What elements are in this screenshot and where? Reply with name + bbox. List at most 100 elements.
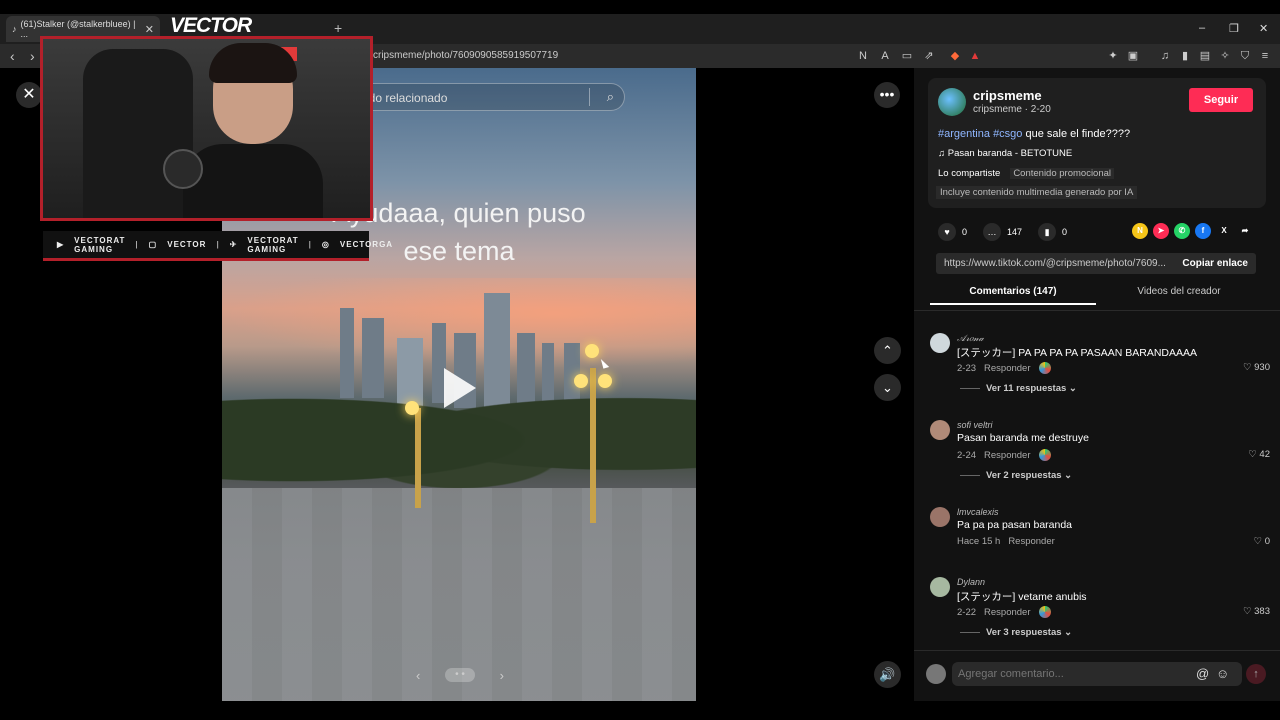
send-button[interactable]: ↑ [1246,664,1266,684]
music-link[interactable]: ♫ Pasan baranda - BETOTUNE [938,148,1072,159]
next-video-button[interactable]: ⌄ [874,374,901,401]
comment-author[interactable]: sofi veltri [957,420,993,430]
mention-icon[interactable]: @ [1196,666,1209,681]
instagram-icon: ◎ [321,240,330,249]
reply-button[interactable]: Responder [1008,536,1054,547]
brave-shield-icon[interactable]: ◆ [948,49,962,63]
facebook-icon[interactable]: f [1195,223,1211,239]
social-twitter: VECTORAT GAMING [247,235,299,254]
webcam-overlay [40,36,373,221]
post-info: cripsmeme cripsmeme · 2-20 Seguir #argen… [928,78,1266,208]
more-options-button[interactable]: ••• [874,82,900,108]
comment-text: [ステッカー] PA PA PA PA PASAAN BARANDAAAA [957,347,1198,359]
media-icon[interactable]: ♫ [1158,49,1172,63]
menu-icon[interactable]: ≡ [1258,49,1272,63]
tab-close-icon[interactable]: ✕ [145,23,154,36]
youtube-icon: ▶ [57,240,65,249]
view-replies-button[interactable]: Ver 11 respuestas ⌄ [960,383,1077,394]
comment-date: 2-23 [957,362,977,374]
play-icon[interactable] [444,368,476,408]
photo-pager: ‹ • • › [410,664,510,686]
comment-likes[interactable]: ♡ 42 [1248,449,1270,460]
avatar [926,664,946,684]
search-icon[interactable]: ⌕ [607,89,614,105]
social-youtube: VECTORAT GAMING [74,235,126,254]
social-instagram: VECTORGA [339,240,394,249]
comment-likes[interactable]: ♡ 0 [1254,536,1270,547]
search-placeholder: ido relacionado [366,91,448,105]
minimize-button[interactable]: – [1199,22,1205,34]
embed-icon[interactable]: N [1132,223,1148,239]
lamp-light [405,401,419,415]
comment-likes[interactable]: ♡ 930 [1243,362,1270,373]
author-name[interactable]: cripsmeme [973,88,1042,103]
avatar[interactable] [930,420,950,440]
reader-icon[interactable]: N [856,49,870,63]
lamp-light [585,344,599,358]
whatsapp-icon[interactable]: ✆ [1174,223,1190,239]
avatar[interactable] [930,333,950,353]
restore-button[interactable]: ❐ [1229,22,1239,35]
translate-icon[interactable]: A [878,49,892,63]
reply-button[interactable]: Responder [984,450,1030,461]
bookmark-icon: ▮ [1038,223,1057,241]
x-icon[interactable]: X [1216,223,1232,239]
view-replies-button[interactable]: Ver 2 respuestas ⌄ [960,470,1072,481]
comment-author[interactable]: lmvcalexis [957,507,999,517]
new-tab-button[interactable]: + [334,20,342,36]
sidebar-icon[interactable]: ▮ [1178,49,1192,63]
comment-author[interactable]: 𝒜𝓇𝑜𝓃𝒶 [957,333,984,344]
emoji-icon[interactable]: ☺ [1216,666,1229,681]
view-replies-button[interactable]: Ver 3 respuestas ⌄ [960,627,1072,638]
comment-text: Pasan baranda me destruye [957,432,1089,444]
comment-author[interactable]: Dylann [957,577,985,587]
close-button[interactable]: ✕ [16,82,42,108]
avatar[interactable] [938,88,966,116]
streamer [183,43,323,218]
tab-creator-videos[interactable]: Videos del creador [1096,286,1262,297]
like-button[interactable]: ♥ 0 [938,223,967,241]
cast-icon[interactable]: ▭ [900,49,914,63]
hashtag-link[interactable]: #csgo [993,128,1022,140]
comment-text: Pa pa pa pasan baranda [957,519,1073,531]
follow-button[interactable]: Seguir [1189,88,1253,112]
leo-icon[interactable]: ✧ [1218,49,1232,63]
share-arrow-icon[interactable]: ➦ [1237,223,1253,239]
comment-button[interactable]: … 147 [983,223,1022,241]
wallet-icon[interactable]: ▤ [1198,49,1212,63]
pager-prev-icon[interactable]: ‹ [416,668,420,683]
tab-comments[interactable]: Comentarios (147) [930,286,1096,305]
extensions-icon[interactable]: ✦ [1106,49,1120,63]
previous-video-button[interactable]: ⌃ [874,337,901,364]
share-icon[interactable]: ⇗ [922,49,936,63]
share-status: Lo compartiste Contenido promocional [938,168,1115,179]
save-button[interactable]: ▮ 0 [1038,223,1067,241]
comment-likes[interactable]: ♡ 383 [1243,606,1270,617]
copy-link-button[interactable]: Copiar enlace [1182,258,1248,269]
reply-button[interactable]: Responder [984,607,1030,618]
comment-date: 2-22 [957,606,977,618]
comment-date: 2-24 [957,449,977,461]
window-close-button[interactable]: ✕ [1259,22,1268,35]
reply-button[interactable]: Responder [984,363,1030,374]
volume-button[interactable]: 🔊 [874,661,901,688]
pager-next-icon[interactable]: › [500,668,504,683]
avatar[interactable] [930,577,950,597]
send-icon[interactable]: ➤ [1153,223,1169,239]
lamp-light [598,374,612,388]
hashtag-link[interactable]: #argentina [938,128,990,140]
reaction-icon [1038,449,1051,461]
rewards-icon[interactable]: ▲ [968,49,982,63]
url-field[interactable]: cripsmeme/photo/7609090585919507719 [373,50,558,61]
shared-label: Lo compartiste [938,168,1001,179]
tab-search-icon[interactable]: ▣ [1126,49,1140,63]
tiktok-icon: ♪ [12,24,17,34]
link-field[interactable]: https://www.tiktok.com/@cripsmeme/photo/… [936,253,1256,274]
forward-icon[interactable]: › [30,48,35,64]
post-description: #argentina #csgo que sale el finde???? [938,128,1131,140]
avatar[interactable] [930,507,950,527]
share-buttons: N ➤ ✆ f X ➦ [1132,223,1253,239]
back-icon[interactable]: ‹ [10,48,15,64]
comment-icon: … [983,223,1002,241]
vpn-icon[interactable]: ⛉ [1238,49,1252,63]
